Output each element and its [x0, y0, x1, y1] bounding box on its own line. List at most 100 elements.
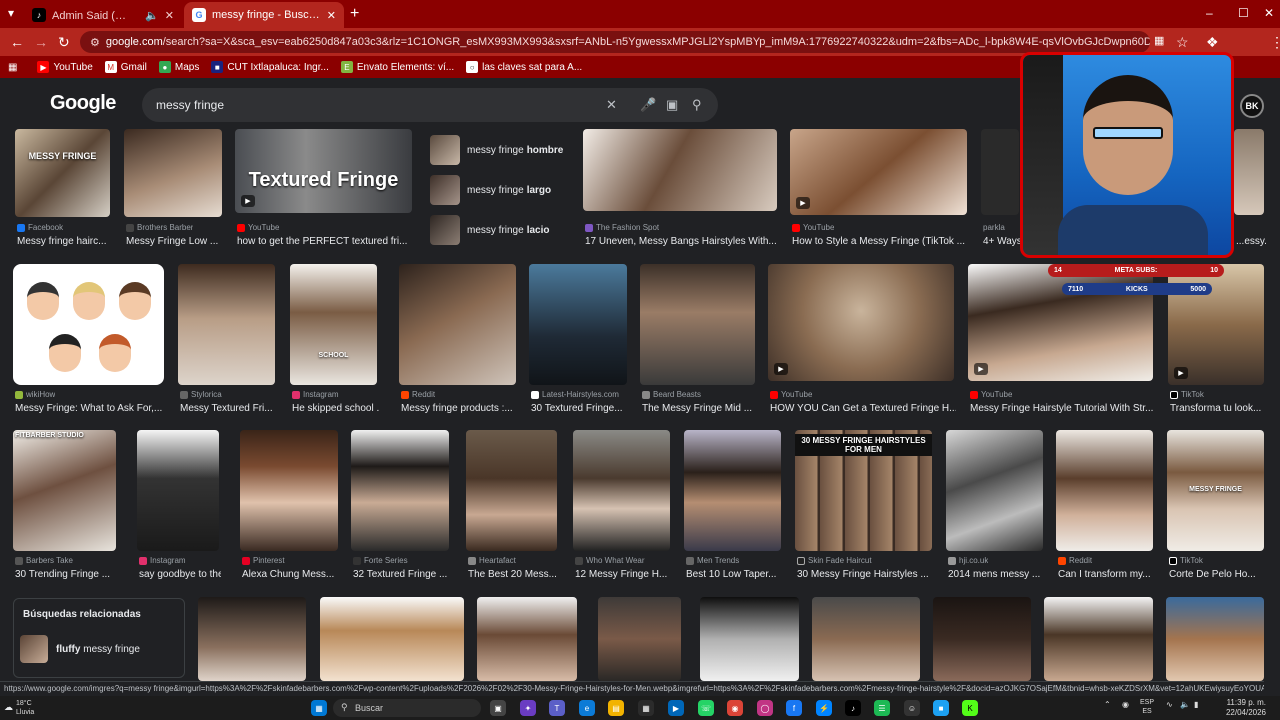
copilot-icon[interactable]: ✦ [520, 700, 536, 716]
tab-admin-said[interactable]: ♪ Admin Said (✨BoyDeConfi... 🔈 ✕ [24, 2, 182, 28]
result-thumbnail[interactable] [981, 129, 1019, 215]
image-result[interactable]: Latest-Hairstyles.com 30 Textured Fringe… [529, 264, 627, 416]
result-thumbnail[interactable] [124, 129, 222, 217]
image-result[interactable]: Forte Series 32 Textured Fringe ... [351, 430, 449, 582]
result-caption[interactable]: How to Style a Messy Fringe (TikTok ... [792, 236, 969, 247]
image-result[interactable]: Instagram say goodbye to the... [137, 430, 221, 582]
image-result[interactable]: Heartafact The Best 20 Mess... [466, 430, 557, 582]
tiktok-icon[interactable]: ♪ [845, 700, 861, 716]
minimize-icon[interactable]: – [1206, 6, 1213, 20]
result-caption[interactable]: Messy Fringe Hairstyle Tutorial With Str… [970, 403, 1155, 414]
speaker-icon[interactable]: 🔈 [145, 9, 159, 22]
image-result[interactable]: MESSY FRINGE Facebook Messy fringe hairc… [15, 129, 112, 247]
search-input[interactable]: messy fringe ✕ 🎤 ▣ ⚲ [142, 88, 718, 122]
suggestion-item[interactable]: messy fringe lacio [430, 214, 568, 246]
new-tab-icon[interactable]: + [350, 5, 359, 23]
result-caption[interactable]: The Messy Fringe Mid ... [642, 403, 757, 414]
result-thumbnail[interactable] [198, 597, 306, 681]
result-caption[interactable]: 32 Textured Fringe ... [353, 569, 451, 580]
result-caption[interactable]: Messy Fringe: What to Ask For,... [15, 403, 166, 414]
bookmark-cut[interactable]: ■ CUT Ixtlapaluca: Ingr... [211, 61, 329, 73]
spotify-icon[interactable]: ☰ [874, 700, 890, 716]
app-icon[interactable]: ▶ [668, 700, 684, 716]
result-thumbnail[interactable] [812, 597, 920, 681]
store-icon[interactable]: ▦ [638, 700, 654, 716]
avatar[interactable]: BK [1240, 94, 1264, 118]
image-result[interactable]: Who What Wear 12 Messy Fringe H... [573, 430, 670, 582]
result-caption[interactable]: Messy fringe products :... [401, 403, 518, 414]
result-thumbnail[interactable]: MESSY FRINGE [1167, 430, 1264, 551]
image-result[interactable]: ...essy... [1234, 129, 1266, 247]
result-thumbnail[interactable]: 30 MESSY FRINGE HAIRSTYLES FOR MEN [795, 430, 932, 551]
bookmark-youtube[interactable]: ▶ YouTube [37, 61, 93, 73]
result-thumbnail[interactable] [477, 597, 577, 681]
result-thumbnail[interactable] [529, 264, 627, 385]
start-icon[interactable]: ▦ [311, 700, 327, 716]
result-thumbnail[interactable] [583, 129, 777, 211]
result-thumbnail[interactable]: ▶ [790, 129, 967, 215]
bookmark-envato[interactable]: E Envato Elements: ví... [340, 61, 454, 73]
whatsapp-icon[interactable]: ☏ [698, 700, 714, 716]
result-thumbnail[interactable] [137, 430, 219, 551]
result-caption[interactable]: Can I transform my... [1058, 569, 1155, 580]
image-result[interactable] [700, 597, 799, 681]
result-thumbnail[interactable]: ▶ [968, 264, 1153, 381]
image-result[interactable]: The Fashion Spot 17 Uneven, Messy Bangs … [583, 129, 777, 247]
image-result[interactable]: 30 MESSY FRINGE HAIRSTYLES FOR MEN Skin … [795, 430, 932, 582]
result-caption[interactable]: The Best 20 Mess... [468, 569, 559, 580]
image-result[interactable] [933, 597, 1031, 681]
result-thumbnail[interactable]: FITBARBER STUDIO [13, 430, 116, 551]
result-thumbnail[interactable] [700, 597, 799, 681]
image-result[interactable]: Reddit Can I transform my... [1056, 430, 1153, 582]
image-result[interactable]: Beard Beasts The Messy Fringe Mid ... [640, 264, 755, 416]
microphone-icon[interactable]: 🎤 [640, 97, 656, 113]
instagram-icon[interactable]: ◯ [757, 700, 773, 716]
result-thumbnail[interactable] [178, 264, 275, 385]
image-result[interactable]: FITBARBER STUDIO Barbers Take 30 Trendin… [13, 430, 116, 582]
edge-icon[interactable]: e [579, 700, 595, 716]
result-caption[interactable]: ...essy... [1236, 236, 1266, 247]
result-caption[interactable]: HOW YOU Can Get a Textured Fringe H... [770, 403, 956, 414]
taskbar-search[interactable]: ⚲ Buscar [333, 699, 481, 717]
lens-icon[interactable]: ▣ [666, 97, 678, 113]
result-caption[interactable]: Messy fringe hairc... [17, 236, 112, 247]
language-indicator[interactable]: ESP ES [1140, 698, 1154, 716]
result-thumbnail[interactable] [573, 430, 670, 551]
image-result[interactable]: ▶ YouTube How to Style a Messy Fringe (T… [790, 129, 969, 247]
result-thumbnail[interactable] [240, 430, 338, 551]
image-result[interactable]: parkla 4+ Ways... [981, 129, 1021, 247]
clear-icon[interactable]: ✕ [606, 97, 617, 113]
suggestion-item[interactable]: messy fringe largo [430, 174, 568, 206]
result-caption[interactable]: Transforma tu look... [1170, 403, 1266, 414]
app-icon[interactable]: ■ [933, 700, 949, 716]
result-thumbnail[interactable]: ▶ [768, 264, 954, 381]
image-result[interactable] [320, 597, 464, 681]
result-thumbnail[interactable] [640, 264, 755, 385]
image-result[interactable] [1166, 597, 1264, 681]
result-thumbnail[interactable]: SCHOOL [290, 264, 377, 385]
extensions-icon[interactable]: ❖ [1206, 34, 1219, 51]
result-caption[interactable]: 2014 mens messy ... [948, 569, 1045, 580]
messenger-icon[interactable]: ⚡ [816, 700, 832, 716]
result-thumbnail[interactable] [598, 597, 681, 681]
clock[interactable]: 11:39 p. m. 22/04/2026 [1210, 698, 1266, 718]
reload-icon[interactable]: ↻ [58, 34, 70, 51]
tab-close-icon[interactable]: ✕ [327, 9, 336, 22]
speaker-icon[interactable]: 🔈 [1180, 700, 1190, 709]
result-caption[interactable]: He skipped school ... [292, 403, 379, 414]
result-caption[interactable]: 30 Trending Fringe ... [15, 569, 118, 580]
file-explorer-icon[interactable]: ▤ [608, 700, 624, 716]
translate-icon[interactable]: ▦ [1154, 34, 1164, 47]
image-result[interactable] [477, 597, 577, 681]
image-result[interactable]: SCHOOL Instagram He skipped school ... [290, 264, 379, 416]
image-result[interactable]: Stylorica Messy Textured Fri... [178, 264, 275, 416]
wifi-icon[interactable]: ∿ [1166, 700, 1173, 709]
suggestion-item[interactable]: messy fringe hombre [430, 134, 568, 166]
result-caption[interactable]: Alexa Chung Mess... [242, 569, 340, 580]
tray-app-icon[interactable]: ◉ [1122, 700, 1129, 709]
tab-google-search[interactable]: G messy fringe - Buscar con Goo... ✕ [184, 2, 344, 28]
result-caption[interactable]: say goodbye to the... [139, 569, 221, 580]
close-window-icon[interactable]: ✕ [1264, 6, 1274, 20]
image-result[interactable] [1044, 597, 1153, 681]
result-thumbnail[interactable] [946, 430, 1043, 551]
